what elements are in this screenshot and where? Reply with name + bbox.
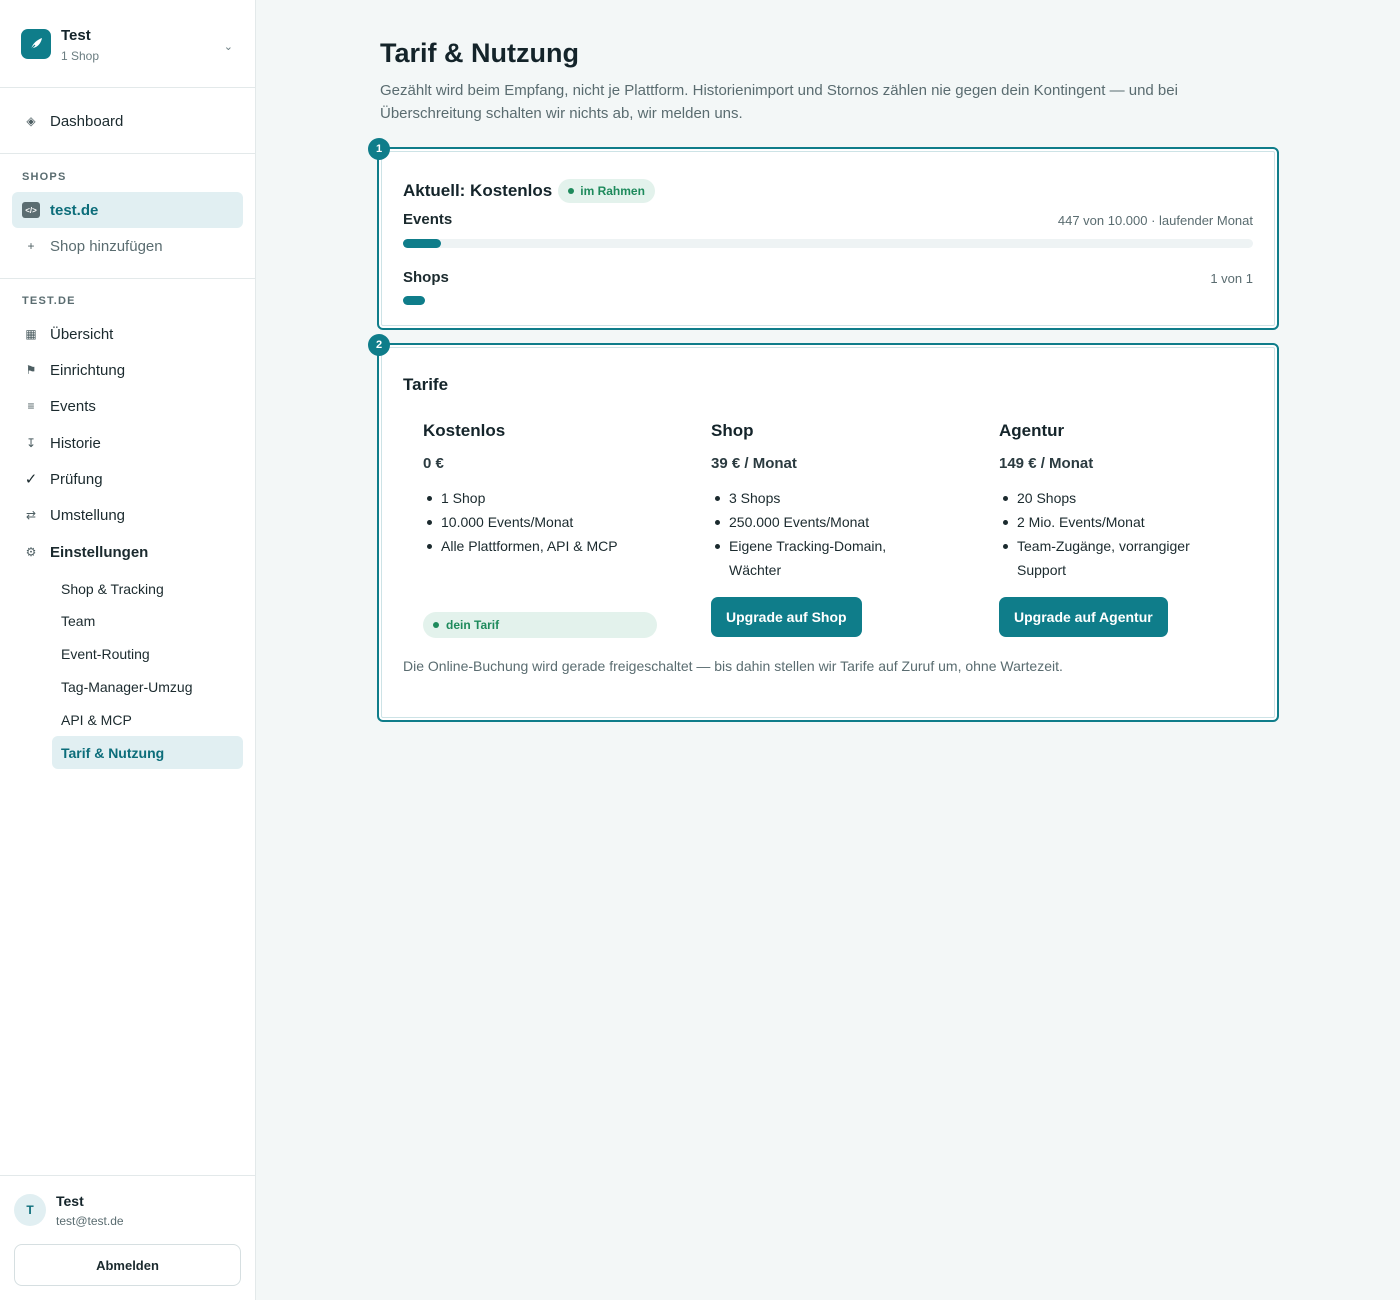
plan-price: 0 €	[423, 455, 444, 472]
nav-label: Einstellungen	[50, 543, 149, 561]
nav-label: Einrichtung	[50, 361, 126, 379]
plan-feature: Eigene Tracking-Domain, Wächter	[711, 534, 911, 582]
plans-footnote: Die Online-Buchung wird gerade freigesch…	[403, 658, 1063, 674]
nav-label: Übersicht	[50, 325, 114, 343]
nav-dashboard-label: Dashboard	[50, 112, 124, 130]
avatar: T	[14, 1194, 46, 1226]
nav-label: Events	[50, 397, 96, 415]
import-icon: ↧	[25, 436, 37, 450]
plan-features: 20 Shops 2 Mio. Events/Monat Team-Zugäng…	[999, 486, 1219, 582]
plan-feature: 3 Shops	[711, 486, 911, 510]
sidebar: Test 1 Shop ⌄ ◈ Dashboard SHOPS </> test…	[0, 0, 256, 1300]
usage-bar-events	[403, 239, 1253, 248]
feather-icon	[21, 29, 51, 59]
user-name: Test	[56, 1193, 84, 1209]
check-icon: ✓	[24, 471, 38, 488]
plan-feature: Team-Zugänge, vorrangiger Support	[999, 534, 1219, 582]
current-plan-badge: dein Tarif	[423, 612, 657, 638]
nav-pruefung[interactable]: ✓ Prüfung	[12, 461, 243, 497]
settings-api-mcp[interactable]: API & MCP	[52, 703, 243, 736]
settings-event-routing[interactable]: Event-Routing	[52, 637, 243, 670]
plan-name: Kostenlos	[423, 421, 506, 440]
current-plan-title: Aktuell: Kostenlos	[403, 181, 553, 200]
step-badge: 1	[368, 138, 390, 160]
plan-name: Shop	[711, 421, 754, 440]
shop-item-label: test.de	[50, 201, 99, 219]
current-plan-badge-label: dein Tarif	[446, 618, 500, 632]
plan-features: 3 Shops 250.000 Events/Monat Eigene Trac…	[711, 486, 911, 582]
plan-feature: Alle Plattformen, API & MCP	[423, 534, 663, 558]
nav-label: Umstellung	[50, 506, 126, 524]
logout-button[interactable]: Abmelden	[14, 1244, 241, 1286]
plus-icon: +	[27, 239, 35, 253]
status-dot-icon	[433, 622, 439, 628]
current-plan-card: 1 Aktuell: Kostenlos im Rahmen Events 44…	[368, 138, 1279, 330]
nav-umstellung[interactable]: ⇄ Umstellung	[12, 497, 243, 533]
usage-bar-fill-shops	[403, 296, 425, 305]
shop-nav-section-label: TEST.DE	[22, 295, 76, 307]
usage-bar-shops	[403, 296, 425, 305]
nav-events[interactable]: ≡ Events	[12, 388, 243, 424]
status-dot-icon	[568, 188, 575, 194]
plan-kostenlos: Kostenlos 0 € 1 Shop 10.000 Events/Monat…	[423, 421, 663, 558]
code-icon: </>	[22, 202, 40, 218]
plan-agentur: Agentur 149 € / Monat 20 Shops 2 Mio. Ev…	[999, 421, 1219, 582]
user-email: test@test.de	[56, 1214, 124, 1228]
page-title: Tarif & Nutzung	[380, 38, 579, 68]
settings-tag-manager-umzug[interactable]: Tag-Manager-Umzug	[52, 670, 243, 703]
nav-label: Historie	[50, 434, 101, 452]
nav-label: Prüfung	[50, 470, 103, 488]
status-badge: im Rahmen	[558, 179, 655, 203]
flag-icon: ⚑	[25, 363, 37, 377]
add-shop-label: Shop hinzufügen	[50, 237, 163, 255]
user-panel: T Test test@test.de Abmelden	[0, 1175, 255, 1300]
settings-tarif-nutzung[interactable]: Tarif & Nutzung	[52, 736, 243, 769]
usage-value-events: 447 von 10.000 · laufender Monat	[1057, 213, 1253, 228]
chevron-down-icon: ⌄	[223, 41, 233, 53]
nav-historie[interactable]: ↧ Historie	[12, 425, 243, 461]
diamond-icon: ◈	[26, 114, 36, 128]
nav-uebersicht[interactable]: ▦ Übersicht	[12, 316, 243, 352]
usage-value-shops: 1 von 1	[1210, 271, 1253, 286]
nav-einrichtung[interactable]: ⚑ Einrichtung	[12, 352, 243, 388]
workspace-switcher[interactable]: Test 1 Shop ⌄	[0, 0, 255, 88]
upgrade-shop-button[interactable]: Upgrade auf Shop	[711, 597, 862, 637]
plan-shop: Shop 39 € / Monat 3 Shops 250.000 Events…	[711, 421, 911, 582]
upgrade-agentur-button[interactable]: Upgrade auf Agentur	[999, 597, 1168, 637]
workspace-subtitle: 1 Shop	[61, 49, 100, 63]
plan-price: 149 € / Monat	[999, 455, 1094, 472]
workspace-name: Test	[61, 27, 91, 44]
plan-price: 39 € / Monat	[711, 455, 797, 472]
list-icon: ≡	[27, 399, 35, 413]
nav-dashboard[interactable]: ◈ Dashboard	[12, 103, 243, 139]
plan-feature: 10.000 Events/Monat	[423, 510, 663, 534]
page-description: Gezählt wird beim Empfang, nicht je Plat…	[380, 82, 1178, 122]
plan-name: Agentur	[999, 421, 1065, 440]
settings-shop-tracking[interactable]: Shop & Tracking	[52, 572, 243, 605]
switch-icon: ⇄	[25, 508, 37, 522]
plan-feature: 20 Shops	[999, 486, 1219, 510]
usage-label-shops: Shops	[403, 269, 449, 286]
status-badge-label: im Rahmen	[580, 184, 645, 198]
usage-bar-fill-events	[403, 239, 441, 248]
settings-team[interactable]: Team	[52, 604, 243, 637]
step-badge: 2	[368, 334, 390, 356]
nav-einstellungen[interactable]: ⚙ Einstellungen	[12, 534, 243, 570]
shops-section-label: SHOPS	[22, 171, 67, 183]
plan-feature: 250.000 Events/Monat	[711, 510, 911, 534]
shop-item-test-de[interactable]: </> test.de	[12, 192, 243, 228]
plans-card: 2 Tarife Kostenlos 0 € 1 Shop 10.000 Eve…	[368, 334, 1279, 722]
usage-label-events: Events	[403, 211, 453, 228]
plan-feature: 2 Mio. Events/Monat	[999, 510, 1219, 534]
current-plan-heading: Aktuell: Kostenlos im Rahmen	[403, 179, 655, 203]
grid-icon: ▦	[25, 327, 37, 341]
plans-title: Tarife	[403, 375, 449, 394]
plan-features: 1 Shop 10.000 Events/Monat Alle Plattfor…	[423, 486, 663, 558]
add-shop-button[interactable]: + Shop hinzufügen	[12, 228, 243, 264]
gear-icon: ⚙	[25, 545, 37, 559]
plan-feature: 1 Shop	[423, 486, 663, 510]
